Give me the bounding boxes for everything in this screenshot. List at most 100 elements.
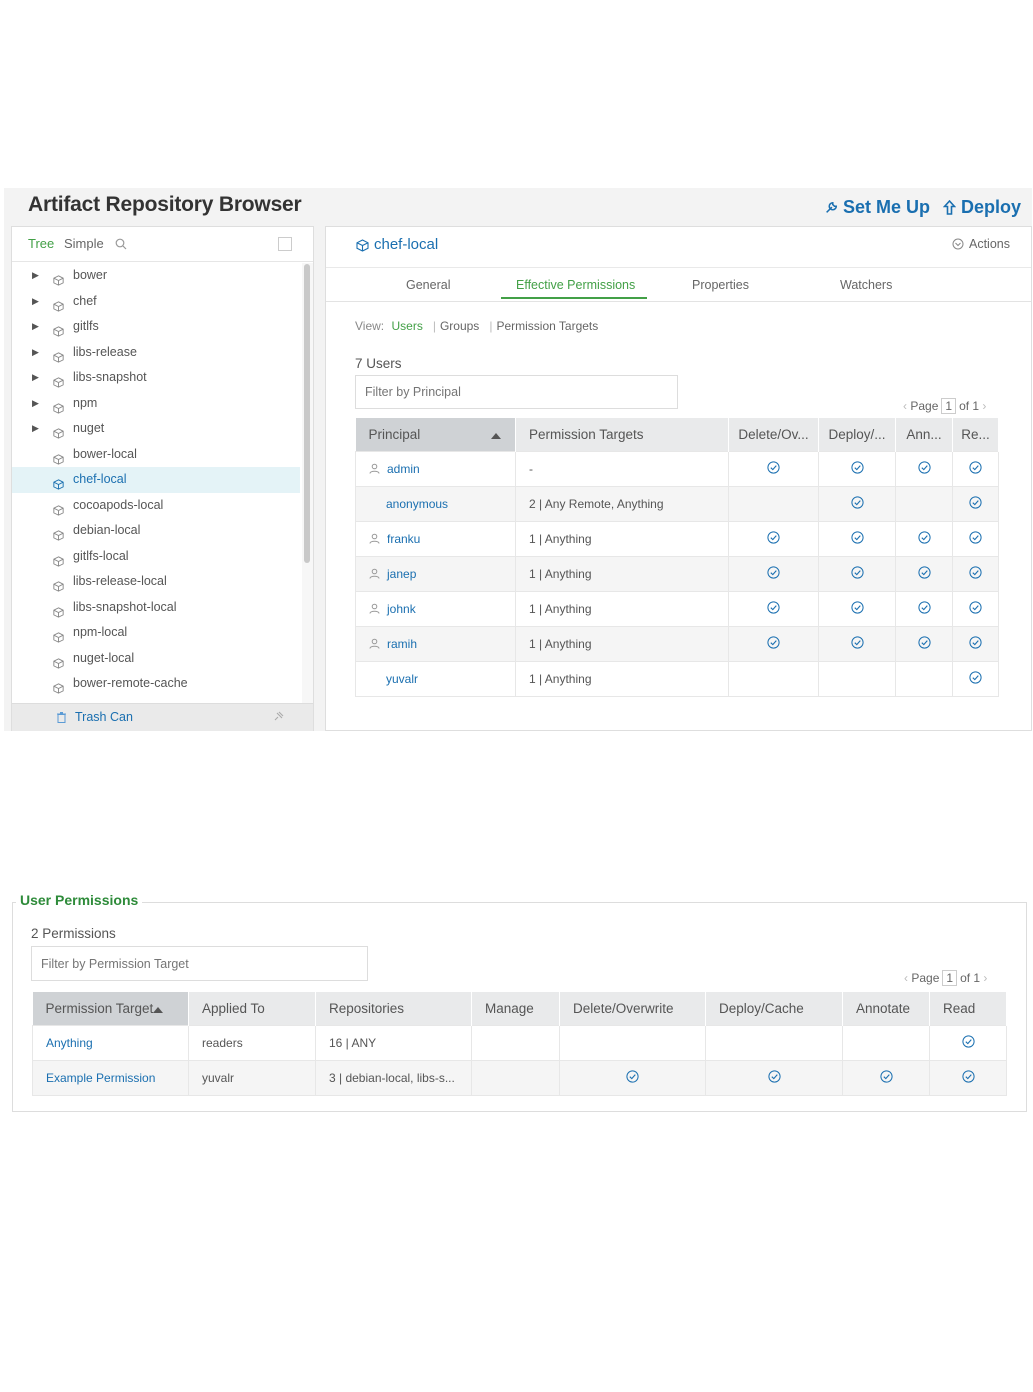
column-deploy-cache[interactable]: Deploy/Cache xyxy=(705,992,843,1026)
check-circle-icon xyxy=(850,636,864,652)
pin-icon[interactable] xyxy=(273,710,284,725)
column-read[interactable]: Read xyxy=(929,992,1007,1026)
tree-item[interactable]: nuget-local xyxy=(12,646,300,672)
pager-prev-icon[interactable]: ‹ xyxy=(903,399,907,413)
tree-item[interactable]: libs-release-local xyxy=(12,569,300,595)
tab-effective-permissions[interactable]: Effective Permissions xyxy=(516,278,635,292)
applied-to-cell: readers xyxy=(188,1025,316,1061)
permission-targets-cell: 1 | Anything xyxy=(515,521,729,557)
select-checkbox[interactable] xyxy=(278,237,292,251)
tree-item[interactable]: ▶ npm xyxy=(12,391,300,417)
tree-item[interactable]: ▶ libs-release xyxy=(12,340,300,366)
trash-can-row[interactable]: Trash Can xyxy=(12,703,313,731)
column-annotate[interactable]: Ann... xyxy=(895,418,953,452)
set-me-up-label: Set Me Up xyxy=(843,197,931,217)
permission-cell xyxy=(929,1025,1007,1061)
tree-item[interactable]: debian-local xyxy=(12,518,300,544)
tab-general[interactable]: General xyxy=(406,278,450,292)
column-delete[interactable]: Delete/Ov... xyxy=(728,418,819,452)
permission-cell xyxy=(952,661,999,697)
principal-cell[interactable]: admin xyxy=(355,451,516,487)
column-deploy[interactable]: Deploy/... xyxy=(818,418,896,452)
filter-by-principal-input[interactable] xyxy=(355,375,678,409)
tab-simple[interactable]: Simple xyxy=(64,236,104,251)
permission-targets-cell: 1 | Anything xyxy=(515,626,729,662)
tab-properties[interactable]: Properties xyxy=(692,278,749,292)
column-delete-overwrite[interactable]: Delete/Overwrite xyxy=(559,992,706,1026)
tree-item[interactable]: ▶ gitlfs xyxy=(12,314,300,340)
table-row: yuvalr 1 | Anything xyxy=(355,661,999,697)
caret-right-icon[interactable]: ▶ xyxy=(32,289,39,315)
tree-item[interactable]: gitlfs-local xyxy=(12,544,300,570)
tree-item[interactable]: libs-snapshot-local xyxy=(12,595,300,621)
caret-right-icon[interactable]: ▶ xyxy=(32,416,39,442)
permission-target-link[interactable]: Example Permission xyxy=(32,1060,189,1096)
column-manage[interactable]: Manage xyxy=(471,992,560,1026)
principal-cell[interactable]: janep xyxy=(355,556,516,592)
check-circle-icon xyxy=(969,531,982,547)
pager-page-input[interactable]: 1 xyxy=(941,398,957,414)
view-groups-link[interactable]: Groups xyxy=(440,319,479,333)
principal-cell[interactable]: yuvalr xyxy=(355,661,516,697)
caret-right-icon[interactable]: ▶ xyxy=(32,340,39,366)
tree-item[interactable]: ▶ chef xyxy=(12,289,300,315)
view-label: View: xyxy=(355,319,385,333)
permission-targets-cell: 1 | Anything xyxy=(515,556,729,592)
search-icon[interactable] xyxy=(115,238,127,253)
tab-tree[interactable]: Tree xyxy=(28,236,54,251)
permission-cell xyxy=(895,521,953,557)
caret-right-icon[interactable]: ▶ xyxy=(32,391,39,417)
column-read[interactable]: Re... xyxy=(952,418,999,452)
caret-right-icon[interactable]: ▶ xyxy=(32,365,39,391)
principal-cell[interactable]: anonymous xyxy=(355,486,516,522)
pager-page-input[interactable]: 1 xyxy=(942,970,958,986)
tree-item[interactable]: ▶ bower xyxy=(12,263,300,289)
check-circle-icon xyxy=(767,461,780,477)
permission-cell xyxy=(705,1025,843,1061)
column-permission-targets[interactable]: Permission Targets xyxy=(515,418,729,452)
tree-item[interactable]: bower-local xyxy=(12,442,300,468)
tab-watchers[interactable]: Watchers xyxy=(840,278,892,292)
set-me-up-button[interactable]: Set Me Up xyxy=(824,197,930,218)
view-permission-targets-link[interactable]: Permission Targets xyxy=(496,319,598,333)
permission-target-link[interactable]: Anything xyxy=(32,1025,189,1061)
filter-by-permission-target-input[interactable] xyxy=(31,946,368,981)
column-repositories[interactable]: Repositories xyxy=(315,992,472,1026)
tree-item[interactable]: npm-local xyxy=(12,620,300,646)
permission-cell xyxy=(929,1060,1007,1096)
tree-scrollbar-thumb[interactable] xyxy=(304,264,310,563)
tree-scrollbar[interactable] xyxy=(302,263,313,704)
permission-cell xyxy=(728,626,819,662)
permission-cell xyxy=(818,661,896,697)
caret-right-icon[interactable]: ▶ xyxy=(32,314,39,340)
column-permission-target-label: Permission Target xyxy=(45,1001,154,1016)
actions-button[interactable]: Actions xyxy=(952,237,1010,251)
view-users-link[interactable]: Users xyxy=(391,319,422,333)
principal-name: anonymous xyxy=(386,497,449,511)
principal-cell[interactable]: johnk xyxy=(355,591,516,627)
column-annotate[interactable]: Annotate xyxy=(842,992,930,1026)
pager-next-icon[interactable]: › xyxy=(983,971,987,985)
effective-permissions-table: Principal Permission Targets Delete/Ov..… xyxy=(355,418,999,697)
principal-cell[interactable]: franku xyxy=(355,521,516,557)
tree-item[interactable]: ▶ nuget xyxy=(12,416,300,442)
caret-right-icon[interactable]: ▶ xyxy=(32,263,39,289)
tree-item-label: npm-local xyxy=(73,625,128,639)
tree-item[interactable]: chef-local xyxy=(12,467,300,493)
tree-item[interactable]: ▶ libs-snapshot xyxy=(12,365,300,391)
principal-cell[interactable]: ramih xyxy=(355,626,516,662)
column-principal[interactable]: Principal xyxy=(355,418,516,452)
pager-next-icon[interactable]: › xyxy=(982,399,986,413)
tree-item[interactable]: cocoapods-local xyxy=(12,493,300,519)
tree-item-label: bower xyxy=(73,268,108,282)
tree-item-label: nuget xyxy=(73,421,105,435)
tree-item[interactable]: bower-remote-cache xyxy=(12,671,300,697)
principal-name: janep xyxy=(387,566,417,581)
pager-prev-icon[interactable]: ‹ xyxy=(904,971,908,985)
permission-cell xyxy=(818,626,896,662)
deploy-button[interactable]: Deploy xyxy=(942,197,1021,218)
column-applied-to[interactable]: Applied To xyxy=(188,992,316,1026)
column-permission-target[interactable]: Permission Target xyxy=(32,992,189,1026)
check-circle-icon xyxy=(969,636,982,652)
permission-cell xyxy=(842,1060,930,1096)
